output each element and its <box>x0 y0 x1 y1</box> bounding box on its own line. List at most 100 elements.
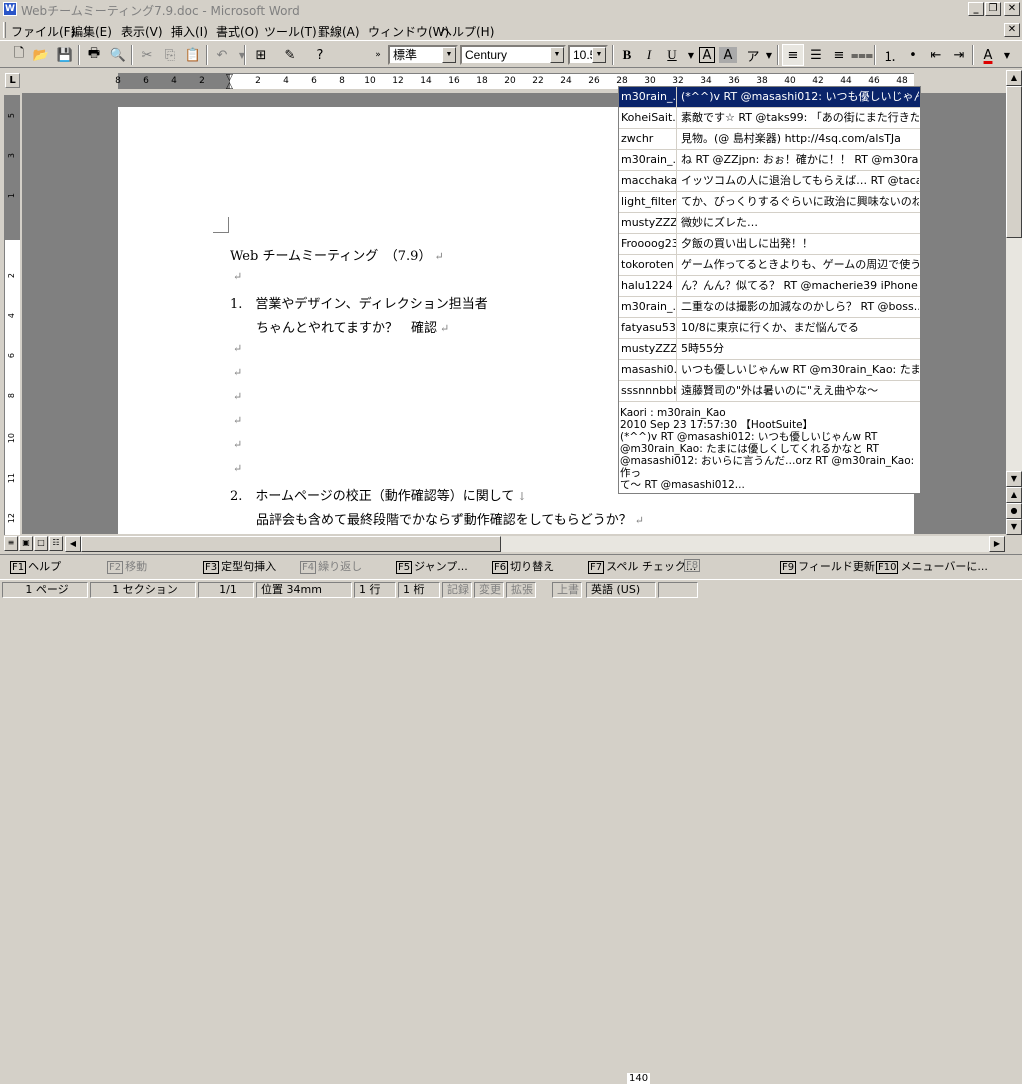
style-combo[interactable]: 標準 ▼ <box>388 45 458 65</box>
restore-button[interactable]: ❐ <box>985 2 1001 16</box>
char-shading-button[interactable]: A <box>719 47 737 63</box>
cut-icon[interactable]: ✂ <box>136 44 158 66</box>
table-icon[interactable]: ⊞ <box>250 44 272 66</box>
menu-insert[interactable]: 挿入(I) <box>171 23 208 40</box>
tweet-row[interactable]: halu1224 ん？んん？似てる？ RT @macherie39 iPhone.… <box>619 276 920 297</box>
hscroll-thumb[interactable] <box>81 536 501 552</box>
next-page-icon[interactable]: ▼ <box>1006 519 1022 535</box>
word-app-icon[interactable]: W <box>3 2 17 16</box>
fkey-f8[interactable]: F8 <box>684 558 702 572</box>
doc-line[interactable]: ↵ <box>230 437 242 452</box>
bulleted-list-icon[interactable]: • <box>902 44 924 66</box>
fkey-f1[interactable]: F1 ヘルプ <box>10 558 61 574</box>
web-layout-view-button[interactable]: ▣ <box>19 536 33 551</box>
menu-format[interactable]: 書式(O) <box>216 23 259 40</box>
save-icon[interactable]: 💾 <box>54 44 76 66</box>
tweet-row[interactable]: m30rain_... 二重なのは撮影の加減なのかしら？ RT @boss... <box>619 297 920 318</box>
minimize-button[interactable]: _ <box>968 2 984 16</box>
doc-line[interactable]: ちゃんとやれてますか？ 確認 ↵ <box>230 317 449 336</box>
paste-icon[interactable]: 📋 <box>182 44 204 66</box>
doc-line[interactable]: ↵ <box>230 269 242 284</box>
font-size-combo[interactable]: 10.5 ▼ <box>568 45 608 65</box>
decrease-indent-icon[interactable]: ⇤ <box>925 44 947 66</box>
tweet-row[interactable]: mustyZZZ 5時55分 <box>619 339 920 360</box>
font-combo[interactable]: Century ▼ <box>460 45 566 65</box>
tweet-row[interactable]: mustyZZZ 微妙にズレた… <box>619 213 920 234</box>
menu-help[interactable]: ヘルプ(H) <box>440 23 494 40</box>
doc-line[interactable]: Web チームミーティング （7.9） ↵ <box>230 245 444 264</box>
menu-tools[interactable]: ツール(T) <box>264 23 317 40</box>
help-icon[interactable]: ? <box>309 44 331 66</box>
menu-grip[interactable] <box>3 22 6 38</box>
align-justify-icon[interactable]: ≡ <box>782 44 804 66</box>
vertical-ruler[interactable]: 5 3 1 2 4 6 8 10 11 12 <box>4 95 20 535</box>
horizontal-scrollbar[interactable]: ◀ ▶ <box>65 536 1005 552</box>
italic-button[interactable]: I <box>638 44 660 66</box>
scroll-down-icon[interactable]: ▼ <box>1006 471 1022 487</box>
toolbar-overflow-icon[interactable]: » <box>367 44 389 66</box>
copy-icon[interactable]: ⎘ <box>159 44 181 66</box>
open-folder-icon[interactable]: 📂 <box>30 44 52 66</box>
select-browse-object-icon[interactable]: ● <box>1006 503 1022 519</box>
fkey-f6[interactable]: F6 切り替え <box>492 558 554 574</box>
doc-line[interactable]: 1. 営業やデザイン、ディレクション担当者 <box>230 293 488 312</box>
doc-line[interactable]: ↵ <box>230 413 242 428</box>
doc-line[interactable]: ↵ <box>230 365 242 380</box>
undo-icon[interactable]: ↶ <box>211 44 233 66</box>
tweet-row[interactable]: tokoroten ゲーム作ってるときよりも、ゲームの周辺で使うライ... <box>619 255 920 276</box>
menu-edit[interactable]: 編集(E) <box>71 23 112 40</box>
increase-indent-icon[interactable]: ⇥ <box>948 44 970 66</box>
tweet-row[interactable]: masashi0... いつも優しいじゃんw RT @m30rain_Kao: た… <box>619 360 920 381</box>
tab-selector[interactable]: L <box>5 73 20 88</box>
align-right-icon[interactable]: ≡ <box>828 44 850 66</box>
numbered-list-icon[interactable]: ⒈ <box>879 44 901 66</box>
tweet-row[interactable]: light_filter てか、びっくりするぐらいに政治に興味ないのね。だ... <box>619 192 920 213</box>
menu-view[interactable]: 表示(V) <box>121 23 163 40</box>
fkey-f7[interactable]: F7 スペル チェック... <box>588 558 696 574</box>
chevron-down-icon[interactable]: ▼ <box>550 47 564 63</box>
print-layout-view-button[interactable]: □ <box>34 536 48 551</box>
status-ovr[interactable]: 上書 <box>552 582 582 598</box>
indent-marker-icon[interactable]: ▽ △ <box>226 74 233 91</box>
tweet-row[interactable]: sssnnnbbb 遠藤賢司の"外は暑いのに"ええ曲やな～ <box>619 381 920 402</box>
align-center-icon[interactable]: ☰ <box>805 44 827 66</box>
tweet-row[interactable]: fatyasu53 10/8に東京に行くか、まだ悩んでる <box>619 318 920 339</box>
menu-table[interactable]: 罫線(A) <box>318 23 360 40</box>
chevron-down-icon[interactable]: ▼ <box>592 47 606 63</box>
tweet-popup[interactable]: m30rain_... (*^^)v RT @masashi012: いつも優しい… <box>618 86 921 494</box>
status-rec[interactable]: 記録 <box>442 582 472 598</box>
distribute-icon[interactable]: ⩶ <box>851 44 873 66</box>
doc-close-button[interactable]: ✕ <box>1004 23 1020 37</box>
font-color-dropdown-icon[interactable]: ▼ <box>996 44 1018 66</box>
char-border-button[interactable]: A <box>699 47 715 63</box>
menu-file[interactable]: ファイル(F) <box>11 23 75 40</box>
scroll-up-icon[interactable]: ▲ <box>1006 70 1022 86</box>
scroll-left-icon[interactable]: ◀ <box>65 536 81 552</box>
status-track[interactable]: 変更 <box>474 582 504 598</box>
tweet-row[interactable]: zwchr 見物。(@ 島村楽器) http://4sq.com/alsTJa <box>619 129 920 150</box>
tweet-row[interactable]: KoheiSait... 素敵です☆ RT @taks99: 「あの街にまた行きた… <box>619 108 920 129</box>
doc-line[interactable]: 品評会も含めて最終段階でかならず動作確認をしてもらどうか？ ↵ <box>230 509 644 528</box>
drawing-icon[interactable]: ✎ <box>279 44 301 66</box>
chevron-down-icon[interactable]: ▼ <box>442 47 456 63</box>
scroll-right-icon[interactable]: ▶ <box>989 536 1005 552</box>
vertical-scrollbar[interactable]: ▲ ▼ ▲ ● ▼ <box>1006 70 1022 535</box>
new-doc-icon[interactable]: 🗋 <box>8 44 30 66</box>
prev-page-icon[interactable]: ▲ <box>1006 487 1022 503</box>
tweet-row[interactable]: macchaka イッツコムの人に退治してもらえば… RT @tacam... <box>619 171 920 192</box>
doc-line[interactable]: ↵ <box>230 461 242 476</box>
doc-line[interactable]: ↵ <box>230 389 242 404</box>
normal-view-button[interactable]: ≡ <box>4 536 18 551</box>
fkey-f4[interactable]: F4 繰り返し <box>300 558 362 574</box>
tweet-row[interactable]: m30rain_... (*^^)v RT @masashi012: いつも優しい… <box>619 87 920 108</box>
status-ext[interactable]: 拡張 <box>506 582 536 598</box>
fkey-f9[interactable]: F9 フィールド更新 <box>780 558 875 574</box>
menu-window[interactable]: ウィンドウ(W) <box>368 23 449 40</box>
print-preview-icon[interactable]: 🔍 <box>107 44 129 66</box>
tweet-row[interactable]: m30rain_... ね RT @ZZjpn: おぉ！確かに！！ RT @m30… <box>619 150 920 171</box>
outline-view-button[interactable]: ☷ <box>49 536 63 551</box>
fkey-f10[interactable]: F10 メニューバーに... <box>876 558 988 574</box>
fkey-f5[interactable]: F5 ジャンプ... <box>396 558 468 574</box>
fkey-f2[interactable]: F2 移動 <box>107 558 147 574</box>
fkey-f3[interactable]: F3 定型句挿入 <box>203 558 276 574</box>
